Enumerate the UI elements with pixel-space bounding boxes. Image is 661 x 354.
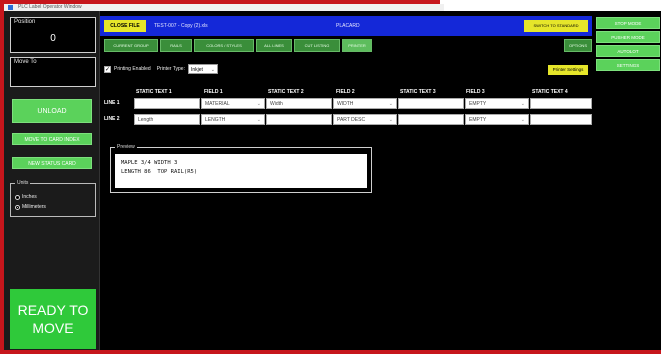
tab-rails[interactable]: RAILS (160, 39, 192, 52)
line-2-static-text-4[interactable] (530, 114, 592, 125)
file-name: TEST-007 - Copy (2).xls (154, 23, 208, 29)
line-2-field-1-value: LENGTH (205, 117, 226, 123)
line-1-static-text-2[interactable]: Width (266, 98, 332, 109)
line-1-field-2-value: WIDTH (337, 101, 354, 107)
tab-all-lines[interactable]: ALL LINES (256, 39, 292, 52)
position-box: Position 0 (10, 17, 96, 53)
tab-current-group[interactable]: CURRENT GROUP (104, 39, 158, 52)
top-bar: CLOSE FILE TEST-007 - Copy (2).xls PLACA… (100, 16, 592, 36)
radio-millimeters[interactable] (15, 204, 20, 210)
stop-mode-button[interactable]: STOP MODE (596, 17, 660, 29)
preview-box: MAPLE 3/4 WIDTH 3 LENGTH 86 TOP RAIL(R5) (115, 154, 367, 188)
tab-cut-listing[interactable]: CUT LISTING (294, 39, 340, 52)
printer-tab-content: ✓ Printing Enabled Printer Type: Inkjet … (100, 57, 592, 350)
right-panel: STOP MODE PUSHER MODE AUTOLOT SETTINGS (594, 11, 661, 350)
window-title: PLC Label Operator Window (18, 4, 82, 10)
new-status-card-button[interactable]: NEW STATUS CARD (12, 157, 92, 169)
close-file-button[interactable]: CLOSE FILE (104, 20, 146, 32)
ready-line-2: MOVE (32, 320, 74, 336)
move-to-box[interactable]: Move To (10, 57, 96, 87)
units-option-millimeters[interactable]: Millimeters (15, 204, 46, 210)
line-2-label: LINE 2 (104, 116, 120, 122)
line-2-field-3-value: EMPTY (469, 117, 487, 123)
switch-to-standard-button[interactable]: SWITCH TO STANDARD (524, 20, 588, 32)
preview-legend: Preview (115, 144, 137, 150)
tab-bar: CURRENT GROUP RAILS COLORS / STYLES ALL … (100, 39, 596, 53)
window-titlebar: PLC Label Operator Window (4, 4, 444, 11)
line-2-static-text-1[interactable]: Length (134, 114, 200, 125)
line-1-field-3-value: EMPTY (469, 101, 487, 107)
line-2-field-1[interactable]: LENGTH ⌄ (201, 114, 265, 125)
app-window: Position 0 Move To UNLOAD MOVE TO CARD I… (4, 11, 661, 350)
chevron-down-icon: ⌄ (210, 67, 215, 73)
chevron-down-icon: ⌄ (388, 117, 393, 123)
settings-button[interactable]: SETTINGS (596, 59, 660, 71)
printer-settings-button[interactable]: Printer Settings (548, 65, 588, 75)
units-option-inches-label: Inches (22, 194, 37, 200)
printer-type-select[interactable]: Inkjet ⌄ (187, 64, 218, 74)
units-group: Units Inches Millimeters (10, 180, 96, 217)
header-static-text-2: STATIC TEXT 2 (268, 89, 304, 95)
preview-line-2: LENGTH 86 TOP RAIL(R5) (121, 169, 198, 175)
printer-type-value: Inkjet (190, 67, 203, 73)
header-field-3: FIELD 3 (466, 89, 485, 95)
ready-to-move-status: READY TO MOVE (10, 289, 96, 349)
units-legend: Units (15, 180, 31, 186)
printing-options-row: ✓ Printing Enabled Printer Type: Inkjet … (104, 63, 218, 75)
unload-button[interactable]: UNLOAD (12, 99, 92, 123)
line-2-field-2-value: PART DESC (337, 117, 366, 123)
tab-colors-styles[interactable]: COLORS / STYLES (194, 39, 254, 52)
line-2-static-text-2[interactable] (266, 114, 332, 125)
units-option-inches[interactable]: Inches (15, 194, 37, 200)
autolot-button[interactable]: AUTOLOT (596, 45, 660, 57)
move-to-label: Move To (14, 59, 37, 65)
line-1-field-1[interactable]: MATERIAL ⌄ (201, 98, 265, 109)
line-1-static-text-1[interactable] (134, 98, 200, 109)
chevron-down-icon: ⌄ (388, 101, 393, 107)
printing-enabled-label: Printing Enabled (114, 66, 151, 72)
header-static-text-3: STATIC TEXT 3 (400, 89, 436, 95)
preview-group: Preview MAPLE 3/4 WIDTH 3 LENGTH 86 TOP R… (110, 144, 372, 193)
line-1-field-1-value: MATERIAL (205, 101, 230, 107)
mode-status: PLACARD (336, 23, 360, 29)
chevron-down-icon: ⌄ (520, 101, 525, 107)
ready-line-1: READY TO (17, 302, 89, 318)
header-field-2: FIELD 2 (336, 89, 355, 95)
header-static-text-4: STATIC TEXT 4 (532, 89, 568, 95)
header-static-text-1: STATIC TEXT 1 (136, 89, 172, 95)
line-1-label: LINE 1 (104, 100, 120, 106)
printer-type-label: Printer Type: (156, 66, 185, 72)
position-value: 0 (50, 33, 56, 44)
line-2-field-3[interactable]: EMPTY ⌄ (465, 114, 529, 125)
tab-printer[interactable]: PRINTER (342, 39, 372, 52)
chevron-down-icon: ⌄ (256, 101, 261, 107)
chevron-down-icon: ⌄ (520, 117, 525, 123)
line-2-static-text-3[interactable] (398, 114, 464, 125)
left-panel: Position 0 Move To UNLOAD MOVE TO CARD I… (4, 11, 100, 350)
units-option-millimeters-label: Millimeters (22, 204, 46, 210)
printing-enabled-checkbox[interactable]: ✓ (104, 65, 111, 73)
preview-line-1: MAPLE 3/4 WIDTH 3 (121, 160, 178, 166)
frame-bottom-border (0, 350, 661, 354)
line-1-field-3[interactable]: EMPTY ⌄ (465, 98, 529, 109)
app-icon (8, 5, 13, 10)
options-button[interactable]: OPTIONS (564, 39, 592, 52)
chevron-down-icon: ⌄ (256, 117, 261, 123)
radio-inches[interactable] (15, 194, 20, 200)
header-field-1: FIELD 1 (204, 89, 223, 95)
move-to-card-button[interactable]: MOVE TO CARD INDEX (12, 133, 92, 145)
line-1-static-text-3[interactable] (398, 98, 464, 109)
position-label: Position (14, 19, 36, 25)
pusher-mode-button[interactable]: PUSHER MODE (596, 31, 660, 43)
line-2-field-2[interactable]: PART DESC ⌄ (333, 114, 397, 125)
line-1-static-text-4[interactable] (530, 98, 592, 109)
line-1-field-2[interactable]: WIDTH ⌄ (333, 98, 397, 109)
